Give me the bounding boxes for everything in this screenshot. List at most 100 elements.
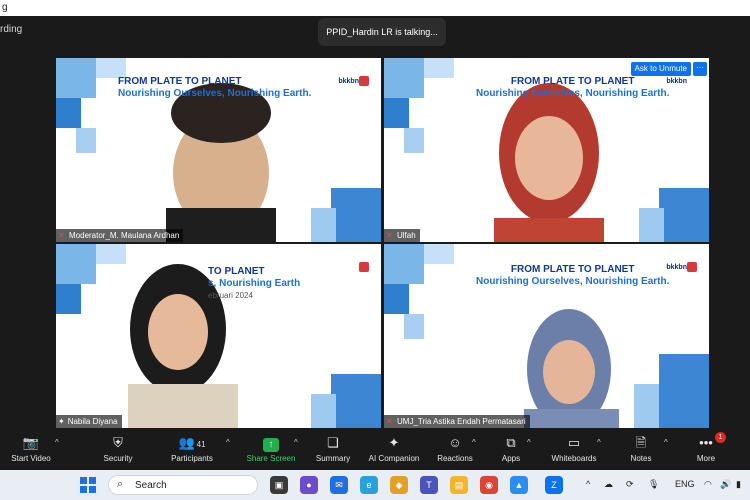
- chevron-up-icon[interactable]: ^: [527, 438, 531, 447]
- participant-nametag: ✕ Moderator_M. Maulana Ardhan: [56, 229, 184, 242]
- ai-companion-label: AI Companion: [368, 454, 420, 463]
- shield-icon: ⛨: [113, 435, 123, 450]
- zoom-app-icon[interactable]: Z: [545, 476, 563, 494]
- chevron-up-icon[interactable]: ^: [55, 438, 59, 447]
- battery-icon[interactable]: ▮: [736, 479, 741, 490]
- banner-line-3: ebruari 2024: [208, 291, 253, 300]
- chat-app-icon[interactable]: ●: [300, 476, 318, 494]
- chevron-up-icon[interactable]: ^: [294, 438, 298, 447]
- brand-text: bkkbn: [338, 78, 359, 85]
- summary-button[interactable]: ❏ Summary: [312, 430, 354, 470]
- sync-icon[interactable]: ⟳: [626, 479, 634, 490]
- file-explorer-icon[interactable]: ▤: [450, 476, 468, 494]
- start-video-label: Start Video: [11, 454, 51, 463]
- video-tile[interactable]: FROM PLATE TO PLANET Nourishing Ourselve…: [56, 58, 381, 242]
- participant-nametag: ✕ UMJ_Tria Astika Endah Permatasari: [384, 415, 530, 428]
- photos-icon[interactable]: ▲: [510, 476, 528, 494]
- recording-label: rding: [0, 24, 23, 35]
- reactions-button[interactable]: ☺ Reactions: [434, 430, 476, 470]
- smiley-icon: ☺: [448, 435, 462, 450]
- participants-button[interactable]: 👥 41 Participants: [166, 430, 218, 470]
- participant-nametag: ✕ Ulfah: [384, 229, 420, 242]
- talking-indicator: PPID_Hardin LR is talking...: [318, 18, 446, 46]
- chevron-up-icon[interactable]: ^: [226, 438, 230, 447]
- whiteboards-label: Whiteboards: [551, 454, 597, 463]
- ai-companion-button[interactable]: ✦ AI Companion: [364, 430, 424, 470]
- banner-text: FROM PLATE TO PLANET Nourishing Ourselve…: [118, 76, 311, 100]
- video-tile[interactable]: FROM PLATE TO PLANET Nourishing Ourselve…: [384, 58, 709, 242]
- edge-browser-icon[interactable]: e: [360, 476, 378, 494]
- video-tile[interactable]: FROM PLATE TO PLANET Nourishing Ourselve…: [384, 244, 709, 428]
- notes-icon: 🗎: [635, 435, 647, 450]
- summary-icon: ❏: [327, 435, 339, 450]
- participant-name: Nabila Diyana: [67, 417, 118, 426]
- brand-logo-icon: [687, 262, 697, 272]
- mail-app-icon[interactable]: ✉: [330, 476, 348, 494]
- cloud-icon[interactable]: ☁: [604, 479, 613, 490]
- notes-button[interactable]: 🗎 Notes: [624, 430, 658, 470]
- banner-line-1: FROM PLATE TO PLANET: [510, 264, 635, 275]
- participant-name: Moderator_M. Maulana Ardhan: [69, 231, 180, 240]
- share-screen-label: Share Screen: [246, 454, 296, 463]
- participant-name: Ulfah: [397, 231, 416, 240]
- brand-text: bkkbn: [666, 78, 687, 85]
- participants-count: 41: [196, 440, 206, 449]
- banner-line-1: TO PLANET: [208, 266, 265, 277]
- chevron-up-icon[interactable]: ^: [472, 438, 476, 447]
- ask-to-unmute-button[interactable]: Ask to Unmute: [630, 62, 691, 76]
- wifi-icon[interactable]: ◠: [704, 479, 712, 490]
- summary-label: Summary: [315, 454, 351, 463]
- apps-label: Apps: [501, 454, 521, 463]
- whiteboard-icon: ▭: [567, 435, 581, 450]
- tile-more-options-button[interactable]: ···: [693, 62, 707, 76]
- video-off-icon: 📷: [22, 435, 40, 450]
- banner-text: TO PLANET s, Nourishing Earth ebruari 20…: [208, 266, 300, 302]
- muted-mic-icon: ✕: [386, 231, 393, 240]
- muted-mic-icon: ✕: [386, 417, 393, 426]
- chevron-up-icon[interactable]: ^: [664, 438, 668, 447]
- participants-icon: 👥 41: [178, 435, 206, 450]
- search-icon: ⌕: [117, 478, 124, 490]
- language-indicator[interactable]: ENG: [675, 479, 695, 489]
- taskbar-search[interactable]: ⌕ Search: [108, 475, 258, 495]
- brand-logo-icon: [359, 262, 369, 272]
- chrome-icon[interactable]: ◉: [480, 476, 498, 494]
- banner-line-2: Nourishing Ourselves, Nourishing Earth.: [476, 276, 670, 287]
- pin-icon: ✦: [58, 417, 65, 426]
- participant-nametag: ✦ Nabila Diyana: [56, 415, 122, 428]
- notes-label: Notes: [630, 454, 652, 463]
- apps-icon: ⧉: [506, 435, 516, 450]
- security-button[interactable]: ⛨ Security: [96, 430, 140, 470]
- banner-line-1: FROM PLATE TO PLANET: [118, 76, 242, 87]
- banner-line-1: FROM PLATE TO PLANET: [510, 76, 635, 87]
- muted-mic-icon: ✕: [58, 231, 65, 240]
- window-titlebar: g: [0, 0, 750, 16]
- task-view-icon[interactable]: ▣: [270, 476, 288, 494]
- brand-logo-icon: [359, 76, 369, 86]
- teams-icon[interactable]: T: [420, 476, 438, 494]
- chevron-up-icon[interactable]: ^: [586, 479, 590, 489]
- meeting-toolbar: 📷 Start Video ^ ⛨ Security 👥 41 Participa…: [0, 430, 750, 470]
- apps-button[interactable]: ⧉ Apps: [494, 430, 528, 470]
- banner-line-2: Nourishing Ourselves, Nourishing Earth.: [476, 88, 670, 99]
- chevron-up-icon[interactable]: ^: [597, 438, 601, 447]
- search-placeholder: Search: [135, 480, 167, 491]
- start-video-button[interactable]: 📷 Start Video: [6, 430, 56, 470]
- more-label: More: [696, 454, 716, 463]
- more-button[interactable]: ••• More 1: [690, 430, 726, 470]
- banner-text: FROM PLATE TO PLANET Nourishing Ourselve…: [476, 76, 669, 100]
- microphone-icon[interactable]: 🎙: [648, 479, 659, 490]
- meeting-stage: rding PPID_Hardin LR is talking... FROM …: [0, 16, 750, 430]
- security-label: Security: [103, 454, 133, 463]
- windows-taskbar: ⌕ Search ▣ ● ✉ e ◆ T ▤ ◉ ▲ Z ^ ☁ ⟳ 🎙 ENG…: [0, 470, 750, 500]
- participants-label: Participants: [171, 454, 213, 463]
- whiteboards-button[interactable]: ▭ Whiteboards: [546, 430, 602, 470]
- reactions-label: Reactions: [437, 454, 473, 463]
- video-tile[interactable]: TO PLANET s, Nourishing Earth ebruari 20…: [56, 244, 381, 428]
- windows-start-icon[interactable]: [80, 477, 96, 493]
- share-screen-button[interactable]: ↑ Share Screen: [244, 430, 298, 470]
- copilot-icon[interactable]: ◆: [390, 476, 408, 494]
- notification-badge: 1: [715, 432, 726, 443]
- volume-icon[interactable]: 🔊: [720, 479, 731, 490]
- share-screen-icon: ↑: [244, 432, 298, 454]
